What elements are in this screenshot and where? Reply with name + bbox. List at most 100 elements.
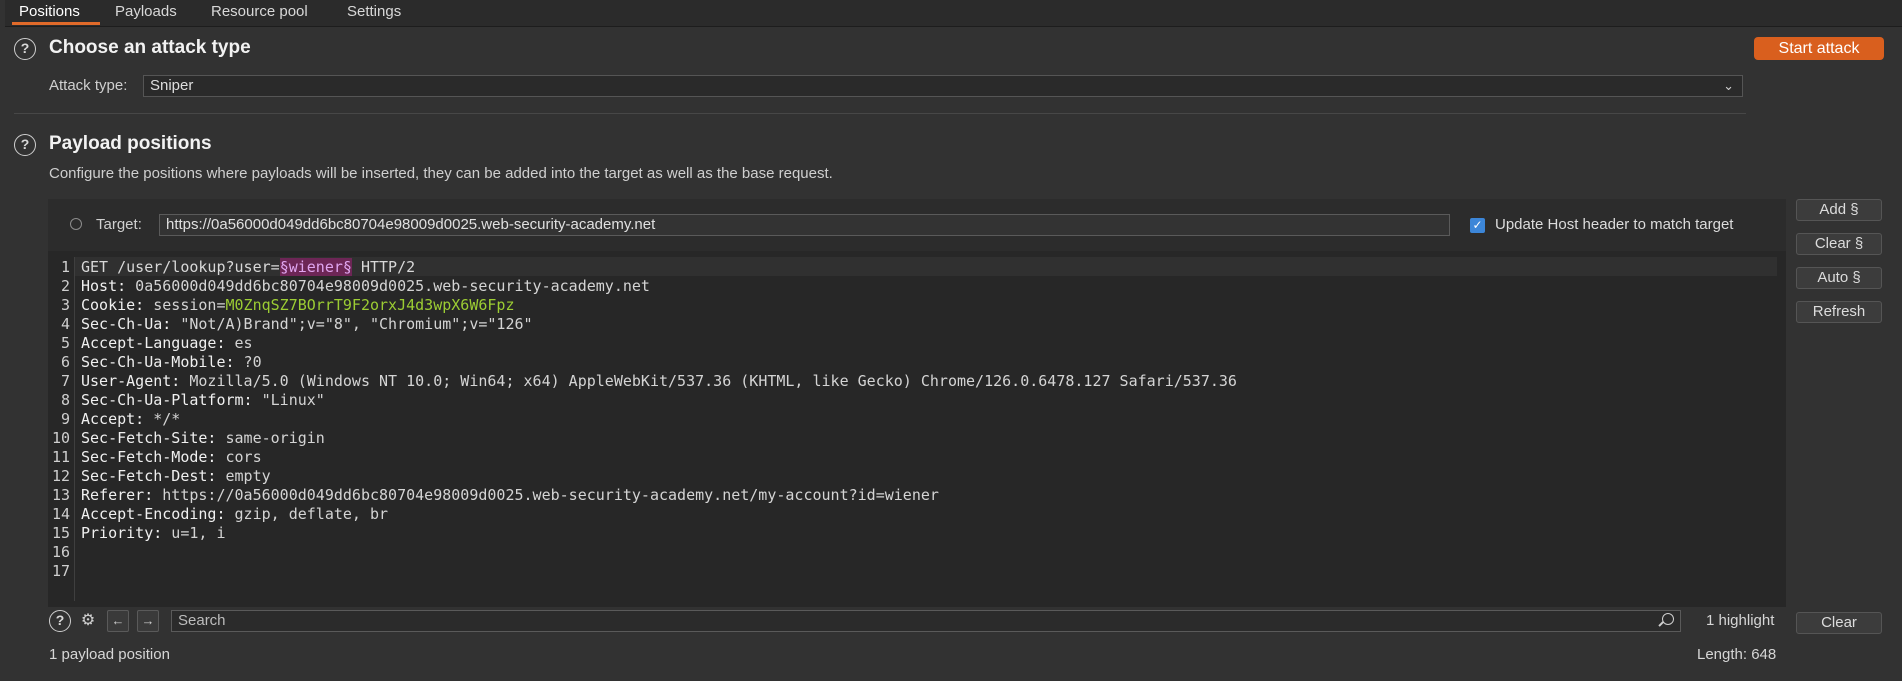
header-name: Sec-Fetch-Dest: [81, 467, 217, 485]
tab-payloads[interactable]: Payloads [115, 3, 177, 20]
header-value: cors [216, 448, 262, 466]
attack-type-select[interactable]: Sniper ⌄ [143, 75, 1743, 97]
update-host-checkbox[interactable]: ✓ [1470, 218, 1485, 233]
header-name: Sec-Ch-Ua-Platform: [81, 391, 253, 409]
header-sec-fetch-site[interactable]: Sec-Fetch-Site: same-origin [81, 429, 325, 447]
header-value: ?0 [234, 353, 262, 371]
header-value: gzip, deflate, br [225, 505, 389, 523]
line-number: 8 [60, 391, 70, 409]
section-divider [14, 113, 1746, 114]
help-icon[interactable]: ? [14, 38, 36, 60]
tab-positions[interactable]: Positions [19, 3, 80, 20]
clear-button[interactable]: Clear [1796, 612, 1882, 634]
line-number-gutter: 1 2 3 4 5 6 7 8 9 10 11 12 13 14 15 16 1… [48, 257, 75, 601]
tab-bar: Positions Payloads Resource pool Setting… [5, 0, 1902, 27]
header-name: Accept-Language: [81, 334, 226, 352]
header-sec-ch-ua-mobile[interactable]: Sec-Ch-Ua-Mobile: ?0 [81, 353, 262, 371]
cookie-key: session= [144, 296, 226, 314]
tab-resource-pool[interactable]: Resource pool [211, 3, 308, 20]
header-value: empty [216, 467, 271, 485]
line-number: 7 [60, 372, 70, 390]
header-value: Mozilla/5.0 (Windows NT 10.0; Win64; x64… [180, 372, 1237, 390]
header-name: Referer: [81, 486, 154, 504]
header-name: Accept-Encoding: [81, 505, 226, 523]
header-value: same-origin [216, 429, 325, 447]
header-value: https://0a56000d049dd6bc80704e98009d0025… [153, 486, 939, 504]
line-number: 6 [60, 353, 70, 371]
attack-type-label: Attack type: [49, 77, 128, 94]
header-value: "Linux" [252, 391, 325, 409]
update-host-label: Update Host header to match target [1495, 216, 1734, 233]
start-attack-button[interactable]: Start attack [1754, 37, 1884, 60]
line-number: 9 [60, 410, 70, 428]
add-payload-marker-button[interactable]: Add § [1796, 199, 1882, 221]
header-referer[interactable]: Referer: https://0a56000d049dd6bc80704e9… [81, 486, 939, 504]
header-name: Cookie: [81, 296, 145, 314]
header-value: es [225, 334, 253, 352]
line-number: 10 [51, 429, 70, 447]
line-number: 12 [51, 467, 70, 485]
header-accept[interactable]: Accept: */* [81, 410, 180, 428]
line-number: 4 [60, 315, 70, 333]
help-icon[interactable]: ? [49, 610, 71, 632]
header-value: "Not/A)Brand";v="8", "Chromium";v="126" [171, 315, 533, 333]
line-number: 14 [51, 505, 70, 523]
header-value: u=1, i [162, 524, 226, 542]
header-name: Host: [81, 277, 127, 295]
header-sec-fetch-dest[interactable]: Sec-Fetch-Dest: empty [81, 467, 271, 485]
line-number: 17 [51, 562, 70, 580]
header-accept-encoding[interactable]: Accept-Encoding: gzip, deflate, br [81, 505, 388, 523]
request-line[interactable]: GET /user/lookup?user=§wiener§ HTTP/2 [81, 258, 415, 276]
header-accept-language[interactable]: Accept-Language: es [81, 334, 253, 352]
refresh-button[interactable]: Refresh [1796, 301, 1882, 323]
payload-positions-description: Configure the positions where payloads w… [49, 165, 833, 182]
crosshair-icon [70, 218, 82, 230]
auto-payload-markers-button[interactable]: Auto § [1796, 267, 1882, 289]
arrow-left-icon[interactable]: ← [107, 610, 129, 632]
target-row: Target: https://0a56000d049dd6bc80704e98… [48, 199, 1786, 251]
header-sec-fetch-mode[interactable]: Sec-Fetch-Mode: cors [81, 448, 262, 466]
tab-settings[interactable]: Settings [347, 3, 401, 20]
clear-payload-markers-button[interactable]: Clear § [1796, 233, 1882, 255]
header-name: Sec-Fetch-Mode: [81, 448, 217, 466]
active-tab-indicator [12, 22, 100, 25]
header-name: Sec-Ch-Ua: [81, 315, 172, 333]
line-number: 2 [60, 277, 70, 295]
header-user-agent[interactable]: User-Agent: Mozilla/5.0 (Windows NT 10.0… [81, 372, 1237, 390]
header-name: Accept: [81, 410, 145, 428]
header-value: */* [144, 410, 181, 428]
chevron-down-icon: ⌄ [1723, 78, 1734, 93]
cookie-value: M0ZnqSZ7BOrrT9F2orxJ4d3wpX6W6Fpz [225, 296, 515, 314]
request-length: Length: 648 [1697, 646, 1777, 663]
request-line-text: GET /user/lookup?user= [81, 258, 280, 276]
search-placeholder: Search [178, 612, 226, 629]
line-number: 11 [51, 448, 70, 466]
header-host[interactable]: Host: 0a56000d049dd6bc80704e98009d0025.w… [81, 277, 650, 295]
target-url-input[interactable]: https://0a56000d049dd6bc80704e98009d0025… [159, 214, 1450, 236]
header-name: Sec-Fetch-Site: [81, 429, 217, 447]
header-sec-ch-ua[interactable]: Sec-Ch-Ua: "Not/A)Brand";v="8", "Chromiu… [81, 315, 533, 333]
help-icon[interactable]: ? [14, 134, 36, 156]
line-number: 16 [51, 543, 70, 561]
header-value: 0a56000d049dd6bc80704e98009d0025.web-sec… [126, 277, 650, 295]
payload-positions-title: Payload positions [49, 133, 212, 154]
header-priority[interactable]: Priority: u=1, i [81, 524, 226, 542]
line-number: 15 [51, 524, 70, 542]
magnifier-icon[interactable] [1662, 613, 1674, 625]
request-editor-panel: Target: https://0a56000d049dd6bc80704e98… [48, 199, 1786, 607]
request-line-text: HTTP/2 [351, 258, 416, 276]
header-cookie[interactable]: Cookie: session=M0ZnqSZ7BOrrT9F2orxJ4d3w… [81, 296, 514, 314]
payload-marker[interactable]: §wiener§ [279, 258, 352, 276]
line-number: 5 [60, 334, 70, 352]
header-name: User-Agent: [81, 372, 181, 390]
search-input[interactable]: Search [171, 610, 1681, 632]
payload-position-count: 1 payload position [49, 646, 170, 663]
line-number: 13 [51, 486, 70, 504]
arrow-right-icon[interactable]: → [137, 610, 159, 632]
attack-type-value: Sniper [150, 77, 194, 94]
header-sec-ch-ua-platform[interactable]: Sec-Ch-Ua-Platform: "Linux" [81, 391, 325, 409]
header-name: Priority: [81, 524, 163, 542]
gear-icon[interactable]: ⚙ [77, 610, 99, 632]
line-number: 3 [60, 296, 70, 314]
attack-type-title: Choose an attack type [49, 37, 251, 58]
